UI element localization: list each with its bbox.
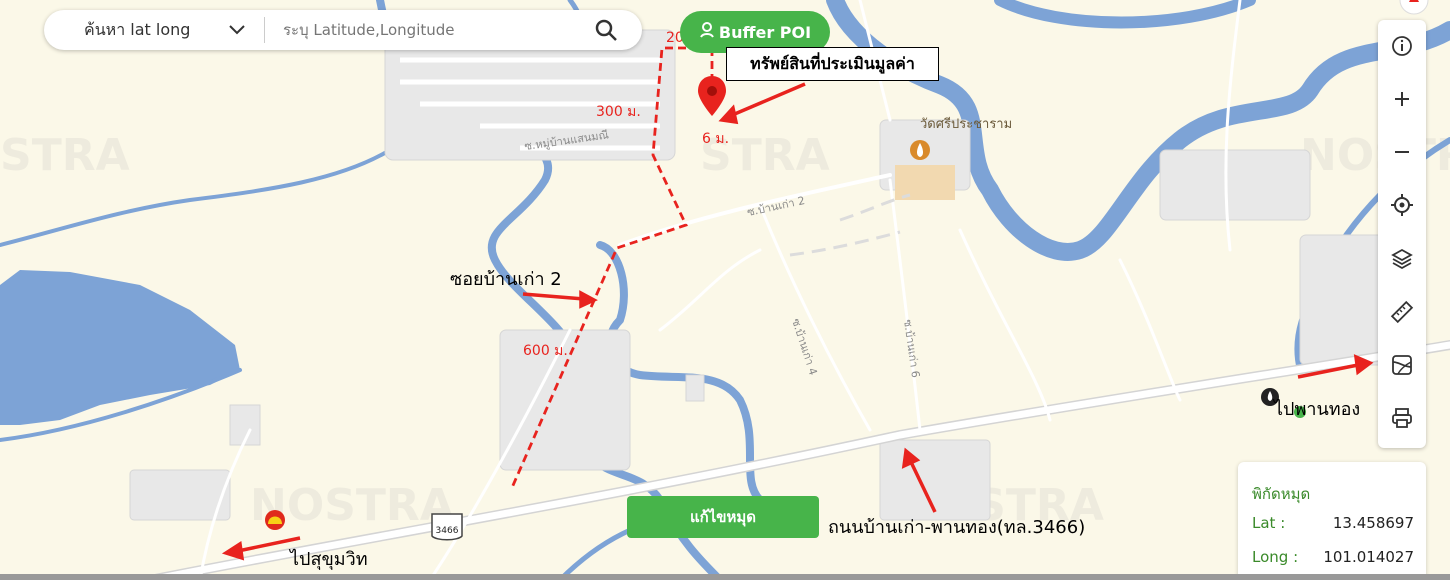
lat-label: Lat : xyxy=(1252,514,1286,532)
long-value: 101.014027 xyxy=(1323,548,1414,566)
buffer-poi-label: Buffer POI xyxy=(718,22,812,42)
map-style-button[interactable] xyxy=(1378,345,1426,385)
watermark: STRA xyxy=(0,130,130,181)
pin-coordinates-panel: พิกัดหมุด Lat : 13.458697 Long : 101.014… xyxy=(1238,462,1426,580)
ruler-icon xyxy=(1390,300,1414,324)
temple-poi-icon[interactable] xyxy=(910,140,930,160)
zoom-in-button[interactable] xyxy=(1378,79,1426,119)
print-icon xyxy=(1392,408,1412,428)
info-icon xyxy=(1392,36,1412,56)
svg-text:3466: 3466 xyxy=(436,526,459,536)
urban-block xyxy=(1159,149,1311,221)
map-toolbar xyxy=(1378,20,1426,448)
label-temple: วัดศรีประชาราม xyxy=(920,116,1012,132)
label-soi-annotation: ซอยบ้านเก่า 2 xyxy=(450,269,562,290)
label-road-annotation: ถนนบ้านเก่า-พานทอง(ทล.3466) xyxy=(828,517,1085,538)
label-to-phanthong: ไปพานทอง xyxy=(1272,398,1360,420)
building xyxy=(685,374,705,402)
search-bar: ค้นหา lat long xyxy=(44,10,642,50)
distance-label: 600 ม. xyxy=(523,343,568,359)
print-button[interactable] xyxy=(1378,398,1426,438)
search-input[interactable] xyxy=(281,20,525,40)
temple-area xyxy=(895,165,955,200)
lat-value: 13.458697 xyxy=(1332,514,1414,532)
property-annotation-box: ทรัพย์สินที่ประเมินมูลค่า xyxy=(726,47,939,81)
locate-icon xyxy=(1391,194,1413,216)
zoom-in-icon xyxy=(1395,92,1409,106)
edit-pin-button[interactable]: แก้ไขหมุด xyxy=(627,496,819,538)
search-icon[interactable] xyxy=(594,18,618,46)
pin-person-icon xyxy=(699,21,715,43)
route-shield-3466: 3466 xyxy=(431,513,463,541)
zoom-out-button[interactable] xyxy=(1378,132,1426,172)
long-label: Long : xyxy=(1252,548,1299,566)
map-style-icon xyxy=(1392,355,1412,375)
label-to-sukhumvit: ไปสุขุมวิท xyxy=(288,548,368,570)
edit-pin-label: แก้ไขหมุด xyxy=(689,508,757,526)
coord-panel-title: พิกัดหมุด xyxy=(1252,485,1311,503)
search-mode-label: ค้นหา lat long xyxy=(84,19,191,39)
search-divider xyxy=(264,17,265,43)
shell-station-icon[interactable] xyxy=(265,510,285,530)
layers-icon xyxy=(1391,248,1413,270)
ruler-button[interactable] xyxy=(1378,292,1426,332)
info-button[interactable] xyxy=(1378,26,1426,66)
zoom-out-icon xyxy=(1395,151,1409,153)
distance-label: 300 ม. xyxy=(596,104,641,120)
layers-button[interactable] xyxy=(1378,239,1426,279)
distance-label: 6 ม. xyxy=(702,131,729,147)
locate-button[interactable] xyxy=(1378,185,1426,225)
search-mode-select[interactable]: ค้นหา lat long xyxy=(44,18,264,43)
map-canvas[interactable]: STRA STRA NOSTRA NOSTRA NOSTRA xyxy=(0,0,1450,580)
property-annotation-label: ทรัพย์สินที่ประเมินมูลค่า xyxy=(750,53,915,73)
chevron-down-icon xyxy=(228,21,246,40)
bottom-edge-bar xyxy=(0,574,1450,580)
urban-block xyxy=(1299,234,1391,366)
